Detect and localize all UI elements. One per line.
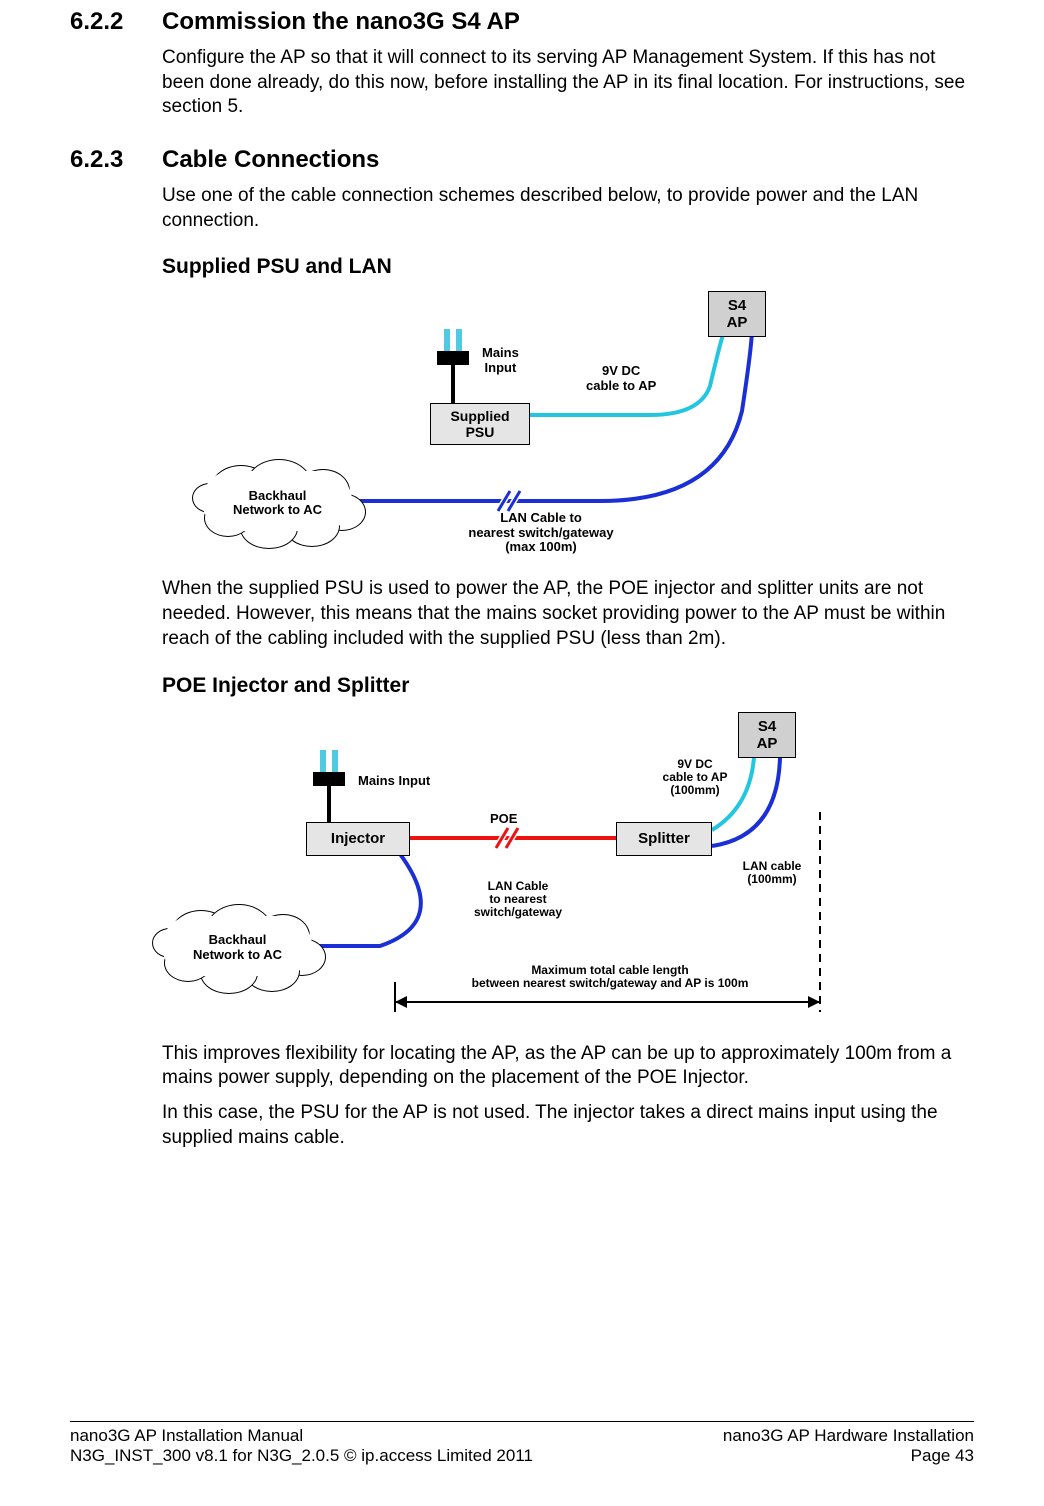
- paragraph: When the supplied PSU is used to power t…: [162, 577, 974, 651]
- label-mains-input: Mains Input: [358, 774, 430, 788]
- label-backhaul: BackhaulNetwork to AC: [190, 459, 365, 547]
- page-footer: nano3G AP Installation Manual nano3G AP …: [70, 1421, 974, 1466]
- footer-right-2: Page 43: [911, 1446, 974, 1466]
- section-title: Commission the nano3G S4 AP: [162, 8, 520, 36]
- paragraph: This improves flexibility for locating t…: [162, 1042, 974, 1091]
- diagram-poe: Mains Input Injector POE Splitter S4AP 9…: [190, 712, 970, 1032]
- box-supplied-psu: SuppliedPSU: [430, 403, 530, 445]
- cloud-backhaul: BackhaulNetwork to AC: [150, 904, 325, 992]
- section-number: 6.2.3: [70, 146, 162, 174]
- footer-right-1: nano3G AP Hardware Installation: [723, 1426, 974, 1446]
- footer-left-1: nano3G AP Installation Manual: [70, 1426, 303, 1446]
- heading: POE Injector and Splitter: [162, 674, 974, 698]
- paragraph: Configure the AP so that it will connect…: [162, 46, 974, 120]
- label-lan-switch: LAN Cableto nearestswitch/gateway: [458, 880, 578, 920]
- label-backhaul: BackhaulNetwork to AC: [150, 904, 325, 992]
- label-9v-dc: 9V DCcable to AP(100mm): [650, 758, 740, 798]
- label-lan-short: LAN cable(100mm): [730, 860, 814, 886]
- box-s4-ap: S4AP: [738, 712, 796, 758]
- box-splitter: Splitter: [616, 822, 712, 856]
- section-title: Cable Connections: [162, 146, 379, 174]
- diagram-psu-lan: MainsInput SuppliedPSU 9V DCcable to AP …: [230, 291, 910, 571]
- label-poe: POE: [490, 812, 517, 826]
- label-mains-input: MainsInput: [482, 346, 519, 375]
- label-max-length: Maximum total cable lengthbetween neares…: [420, 964, 800, 990]
- cloud-backhaul: BackhaulNetwork to AC: [190, 459, 365, 547]
- paragraph: In this case, the PSU for the AP is not …: [162, 1101, 974, 1150]
- footer-left-2: N3G_INST_300 v8.1 for N3G_2.0.5 © ip.acc…: [70, 1446, 533, 1466]
- box-injector: Injector: [306, 822, 410, 856]
- label-lan-cable: LAN Cable tonearest switch/gateway(max 1…: [446, 511, 636, 554]
- section-number: 6.2.2: [70, 8, 162, 36]
- paragraph: Use one of the cable connection schemes …: [162, 184, 974, 233]
- label-9v-dc: 9V DCcable to AP: [586, 364, 656, 393]
- box-s4-ap: S4AP: [708, 291, 766, 337]
- heading: Supplied PSU and LAN: [162, 255, 974, 279]
